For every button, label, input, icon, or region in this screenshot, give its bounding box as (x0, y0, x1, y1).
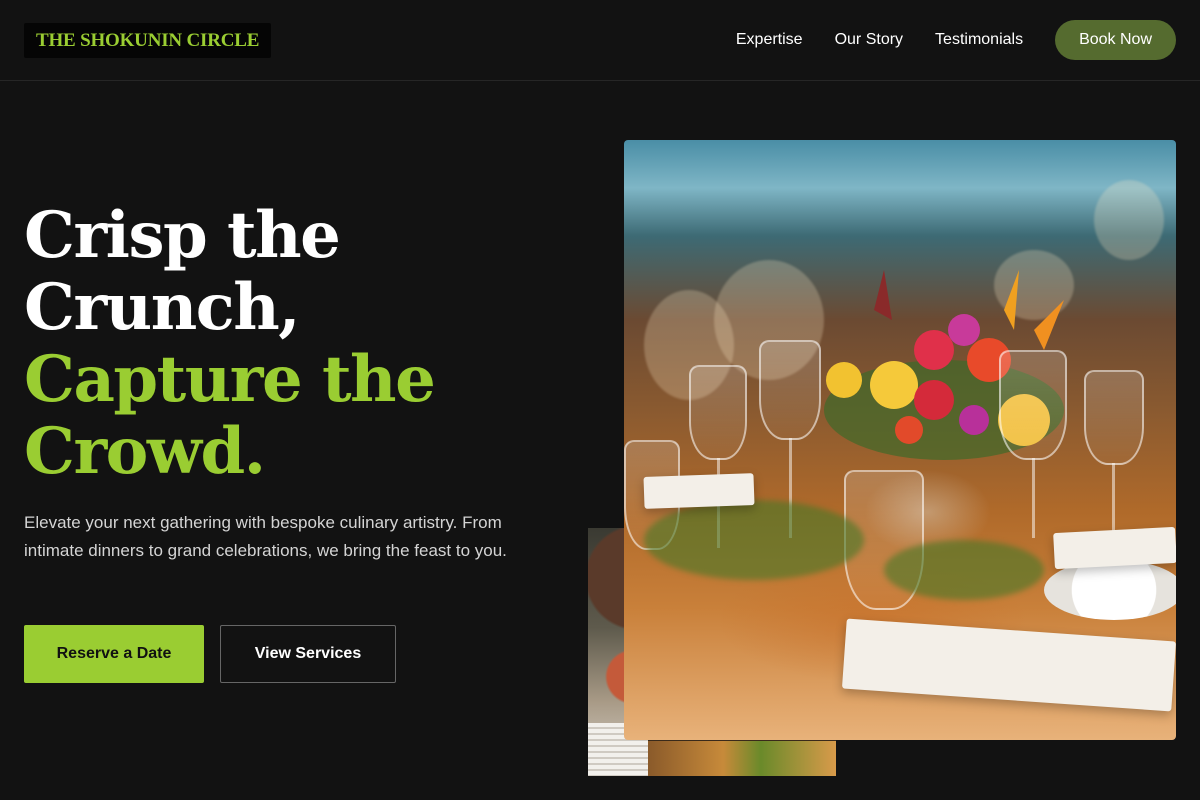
hero-title-accent-line: Capture the (24, 342, 436, 417)
bokeh-light (1094, 180, 1164, 260)
hero-title-accent-line: Crowd. (24, 414, 266, 489)
hero-description: Elevate your next gathering with bespoke… (24, 513, 507, 560)
glass-stem (1112, 463, 1115, 533)
table-setting-photo (624, 140, 1176, 740)
wine-glass (1084, 370, 1144, 465)
wine-glass (759, 340, 821, 440)
napkin (841, 618, 1176, 712)
nav-link-our-story[interactable]: Our Story (835, 31, 903, 49)
site-logo[interactable]: THE SHOKUNIN CIRCLE (24, 22, 272, 58)
dinner-plate (1044, 560, 1176, 620)
glass-stem (1032, 458, 1035, 538)
book-now-button[interactable]: Book Now (1055, 20, 1176, 60)
hero-title-line: Crunch, (24, 270, 301, 345)
food-tray (648, 738, 836, 776)
napkin (1053, 526, 1176, 570)
site-header: THE SHOKUNIN CIRCLE Expertise Our Story … (0, 0, 1200, 81)
page: THE SHOKUNIN CIRCLE Expertise Our Story … (0, 0, 1200, 800)
wine-glass (999, 350, 1067, 460)
table-greenery (644, 500, 864, 580)
table-greenery (884, 540, 1044, 600)
wine-glass (689, 365, 747, 460)
reserve-date-button[interactable]: Reserve a Date (24, 625, 204, 683)
main-nav: Expertise Our Story Testimonials Book No… (736, 20, 1176, 60)
nav-link-expertise[interactable]: Expertise (736, 31, 803, 49)
nav-link-testimonials[interactable]: Testimonials (935, 31, 1023, 49)
hero-title: Crisp the Crunch, Capture the Crowd. (24, 200, 584, 488)
napkin (643, 473, 755, 509)
hero-title-line: Crisp the (24, 198, 341, 273)
view-services-button[interactable]: View Services (220, 625, 396, 683)
